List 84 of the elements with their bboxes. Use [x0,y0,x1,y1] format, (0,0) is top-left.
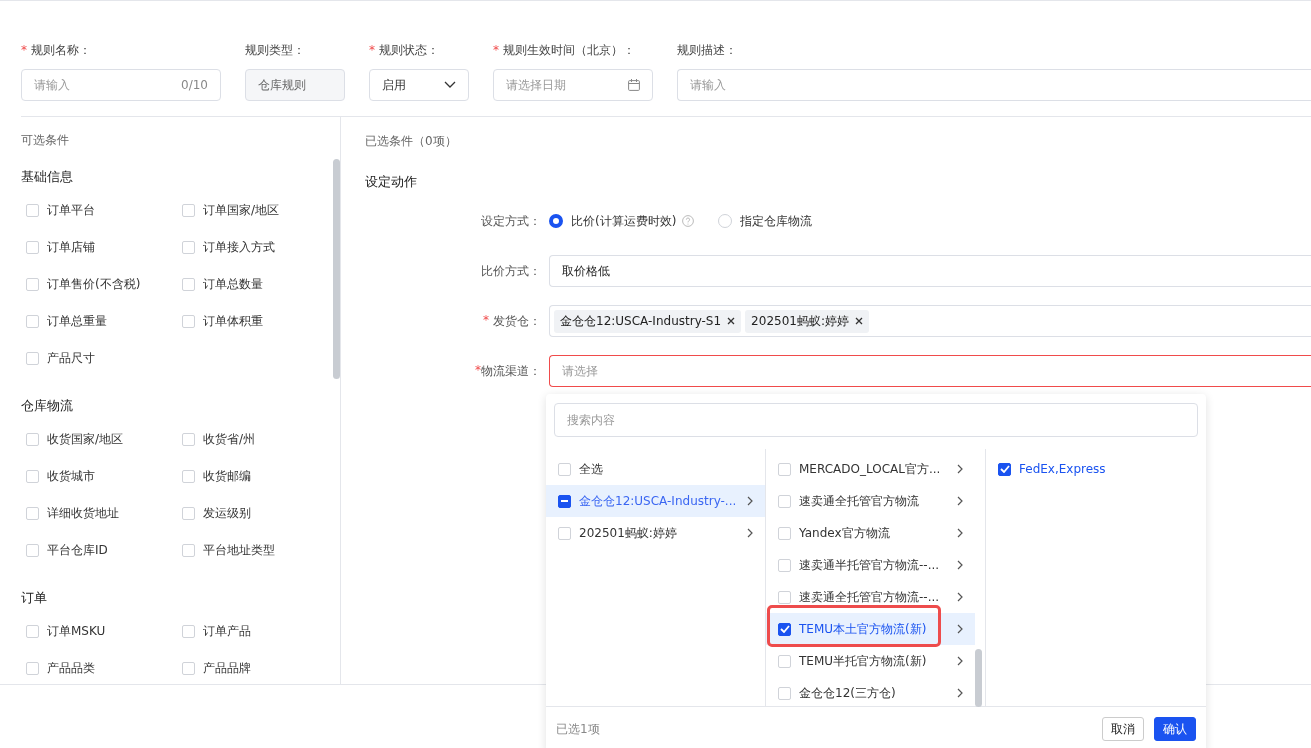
condition-label: 订单总数量 [203,276,263,293]
condition-label: 订单接入方式 [203,239,275,256]
condition-label: 平台地址类型 [203,542,275,559]
field-label: 规则类型： [245,41,305,59]
chevron-right-icon [747,496,753,506]
chevron-right-icon [957,656,963,666]
field-label: 发货仓： [493,312,541,330]
condition-label: 发运级别 [203,505,251,522]
warehouse-select[interactable]: 金仓仓12:USCA-Industry-S1 202501蚂蚁:婷婷 [549,305,1311,337]
field-label: 规则生效时间（北京）： [503,41,635,59]
required-mark: * [21,43,27,57]
cascader-option[interactable]: Yandex官方物流 [766,517,975,549]
close-icon[interactable] [727,317,736,325]
condition-label: 订单总重量 [47,313,107,330]
radio-option[interactable]: 比价(计算运费时效) [549,212,719,230]
chevron-right-icon [957,464,963,474]
confirm-button[interactable]: 确认 [1154,717,1196,741]
condition-label: 收货邮编 [203,468,251,485]
field-label: 规则描述： [677,41,737,59]
field-label: 比价方式： [481,262,541,280]
checkbox[interactable] [778,622,791,636]
required-mark: * [493,43,499,57]
condition-label: 收货城市 [47,468,95,485]
required-mark: * [369,43,375,57]
condition-label: 收货国家/地区 [47,431,124,448]
scrollbar[interactable] [975,649,982,707]
field-label: 规则状态： [379,41,439,59]
checkbox[interactable] [998,462,1011,476]
scrollbar[interactable] [333,159,340,379]
condition-label: 详细收货地址 [47,505,119,522]
close-icon[interactable] [854,317,863,325]
chevron-right-icon [957,624,963,634]
field-label: 设定方式： [481,212,541,230]
chevron-down-icon [444,81,456,89]
radio-option[interactable]: 指定仓库物流 [718,212,819,230]
condition-label: 订单体积重 [203,313,263,330]
condition-label: 产品尺寸 [47,350,95,367]
condition-label: 订单国家/地区 [203,202,280,219]
field-label: 物流渠道： [481,362,541,380]
cascader-option[interactable]: TEMU本土官方物流(新) [766,613,975,645]
panel-title: 可选条件 [21,132,70,148]
panel-title: 已选条件（0项） [365,133,458,149]
condition-label: 收货省/州 [203,431,256,448]
cascader-option[interactable]: 速卖通全托管官方物流--... [766,581,975,613]
calendar-icon [628,79,640,91]
chevron-right-icon [957,528,963,538]
condition-label: 订单售价(不含税) [47,276,141,293]
required-mark: * [483,312,489,329]
selected-count: 已选1项 [556,720,600,738]
cascader-option[interactable]: 速卖通半托管官方物流--... [766,549,975,581]
cascader-option[interactable]: 全选 [546,453,765,485]
chevron-right-icon [747,528,753,538]
group-title: 订单 [21,589,48,607]
cascader-option[interactable]: 金仓仓12:USCA-Industry-... [546,485,765,517]
cascader-option[interactable]: 202501蚂蚁:婷婷 [546,517,765,549]
cancel-button[interactable]: 取消 [1102,717,1144,741]
section-title: 设定动作 [365,173,418,191]
chevron-right-icon [957,688,963,698]
chevron-right-icon [957,560,963,570]
cascader-option[interactable]: TEMU半托官方物流(新) [766,645,975,677]
checkbox[interactable] [558,494,571,508]
name-input[interactable]: 请输入 0/10 [21,69,221,101]
help-icon [682,215,695,227]
group-title: 基础信息 [21,168,74,186]
condition-label: 订单产品 [203,623,251,640]
condition-label: 产品品牌 [203,660,251,677]
condition-label: 订单平台 [47,202,95,219]
cascader-option[interactable]: FedEx,Express [986,453,1206,485]
condition-label: 平台仓库ID [47,542,108,559]
group-title: 仓库物流 [21,397,74,415]
condition-label: 订单MSKU [47,623,106,640]
required-mark: * [475,362,481,379]
status-select[interactable]: 启用 [369,69,469,101]
cascader-option[interactable]: MERCADO_LOCAL官方... [766,453,975,485]
field-label: 规则名称： [31,41,91,59]
compare-select[interactable]: 取价格低 [549,255,1311,287]
cascader-option[interactable]: 金仓仓12(三方仓) [766,677,975,709]
cascader-option[interactable]: 速卖通全托管官方物流 [766,485,975,517]
chevron-right-icon [957,592,963,602]
condition-label: 订单店铺 [47,239,95,256]
chevron-right-icon [957,496,963,506]
condition-label: 产品品类 [47,660,95,677]
type-field: 仓库规则 [245,69,345,101]
radio-button[interactable] [549,214,563,228]
